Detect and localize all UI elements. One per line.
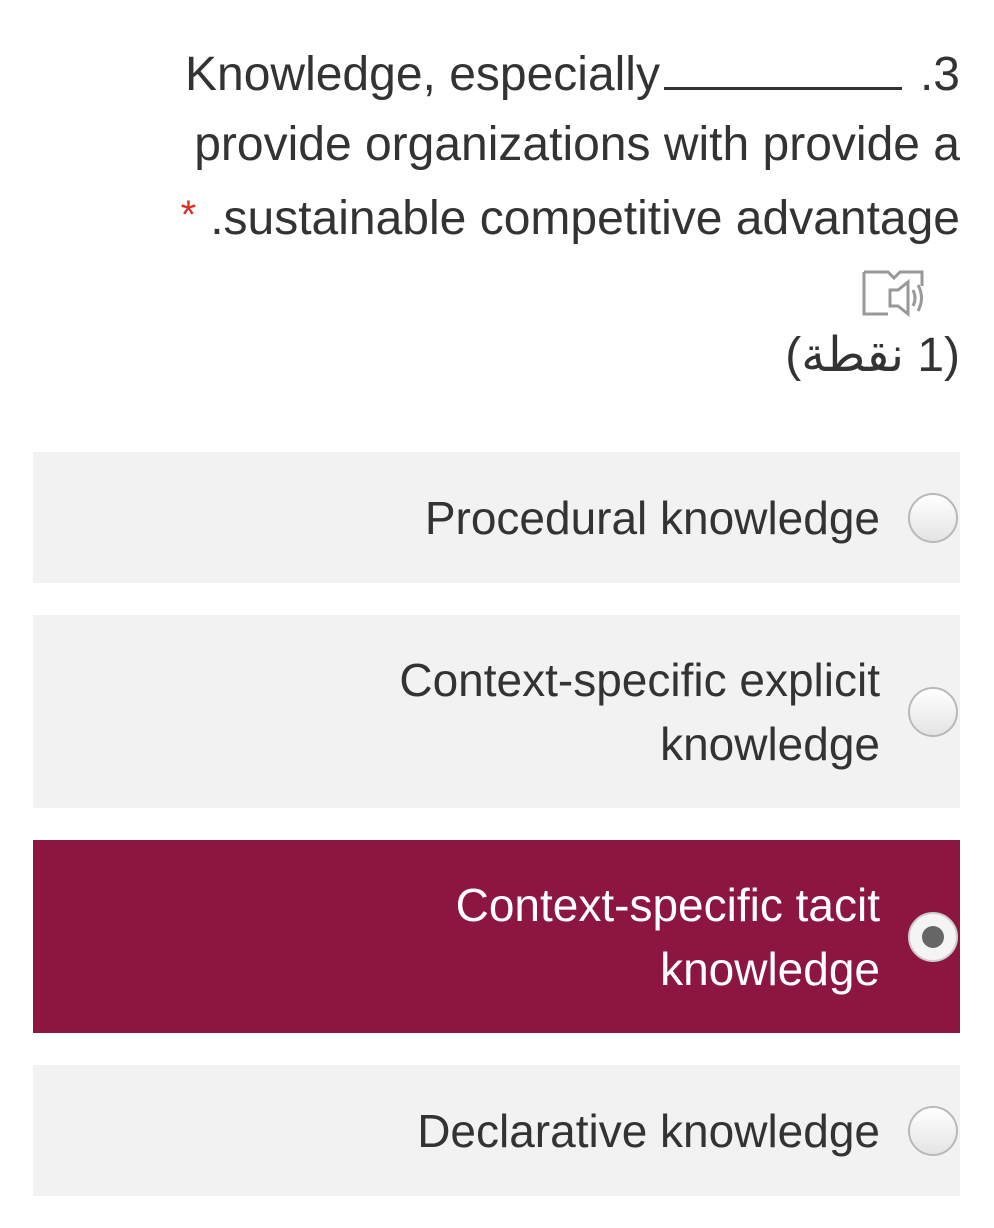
option-label-line: knowledge: [660, 717, 880, 770]
radio-button[interactable]: [908, 686, 958, 737]
required-asterisk: *: [180, 193, 197, 237]
radio-button-selected[interactable]: [908, 911, 958, 962]
option-label-line: Procedural knowledge: [424, 491, 880, 544]
answer-options: Procedural knowledge Context-specific ex…: [33, 452, 960, 1228]
immersive-reader-speaker-icon[interactable]: [858, 266, 928, 322]
option-context-specific-explicit-knowledge[interactable]: Context-specific explicit knowledge: [33, 615, 960, 808]
option-label: Declarative knowledge: [417, 1099, 880, 1163]
option-label-line: knowledge: [660, 942, 880, 995]
question-text: Knowledge, especially .3 provide organiza…: [40, 40, 960, 254]
fill-in-blank: [663, 47, 902, 90]
option-label-line: Context-specific tacit: [455, 878, 880, 931]
question-line-3-text: .sustainable competitive advantage: [210, 192, 960, 245]
option-label: Procedural knowledge: [425, 486, 880, 550]
option-label: Context-specific explicit knowledge: [399, 648, 880, 776]
question-line-1: Knowledge, especially .3: [40, 40, 960, 110]
question-line-3: * .sustainable competitive advantage: [40, 180, 960, 254]
option-label: Context-specific tacit knowledge: [456, 873, 880, 1001]
question-number: .3: [919, 48, 960, 101]
option-context-specific-tacit-knowledge[interactable]: Context-specific tacit knowledge: [33, 840, 960, 1033]
option-procedural-knowledge[interactable]: Procedural knowledge: [33, 452, 960, 583]
option-label-line: Context-specific explicit: [399, 653, 880, 706]
radio-button[interactable]: [908, 492, 958, 543]
option-label-line: Declarative knowledge: [417, 1104, 880, 1157]
radio-button[interactable]: [908, 1105, 958, 1156]
option-declarative-knowledge[interactable]: Declarative knowledge: [33, 1065, 960, 1196]
question-line-1-text: Knowledge, especially: [185, 48, 660, 101]
question-line-2: provide organizations with provide a: [194, 118, 960, 171]
points-label: (1 نقطة): [785, 329, 960, 382]
